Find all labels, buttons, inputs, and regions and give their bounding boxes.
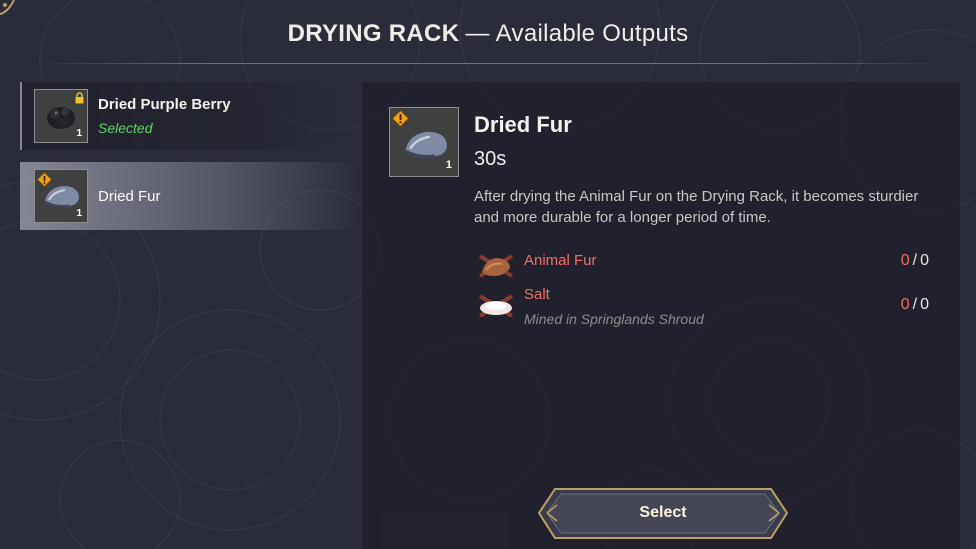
title-divider [32, 63, 944, 64]
material-need: 0 [920, 252, 929, 269]
count-separator: / [912, 252, 918, 269]
item-thumbnail: 1 [34, 89, 88, 143]
material-row-animal-fur: Animal Fur 0/0 [474, 246, 929, 286]
recipe-name: Dried Purple Berry [98, 96, 231, 113]
title-dash: — [465, 20, 490, 47]
salt-icon [478, 294, 514, 318]
recipe-item-dried-fur[interactable]: 1 Dried Fur [20, 162, 360, 230]
material-need: 0 [920, 296, 929, 313]
detail-quantity: 1 [445, 159, 452, 171]
frame-corner-ornament [0, 0, 15, 15]
material-row-salt: Salt Mined in Springlands Shroud 0/0 [474, 286, 929, 327]
recipe-list: 1 Dried Purple Berry Selected 1 Dried Fu… [20, 82, 360, 242]
item-quantity: 1 [76, 128, 82, 139]
detail-thumbnail: 1 [389, 107, 459, 177]
title-subtitle: Available Outputs [495, 20, 689, 47]
material-have: 0 [900, 252, 910, 269]
material-count: 0/0 [901, 296, 929, 314]
item-quantity: 1 [76, 208, 82, 219]
select-button-label: Select [639, 504, 687, 521]
animal-fur-icon [478, 254, 514, 278]
station-name: DRYING RACK [287, 20, 460, 47]
crafting-time: 30s [474, 148, 507, 170]
material-name: Salt [524, 286, 550, 303]
window-title: DRYING RACK — Available Outputs [0, 20, 976, 48]
lock-icon [75, 92, 84, 104]
item-thumbnail: 1 [34, 169, 88, 223]
material-count: 0/0 [901, 252, 929, 270]
recipe-name: Dried Fur [98, 188, 161, 205]
material-name: Animal Fur [524, 252, 597, 269]
count-separator: / [912, 296, 918, 313]
recipe-detail-panel: 1 Dried Fur 30s After drying the Animal … [362, 82, 960, 549]
item-description: After drying the Animal Fur on the Dryin… [474, 188, 919, 226]
material-source-hint: Mined in Springlands Shroud [524, 311, 704, 327]
detail-title: Dried Fur [474, 112, 572, 137]
material-have: 0 [900, 296, 910, 313]
selected-status: Selected [98, 120, 153, 136]
recipe-item-dried-purple-berry[interactable]: 1 Dried Purple Berry Selected [20, 82, 360, 150]
select-button[interactable]: Select [537, 485, 789, 542]
